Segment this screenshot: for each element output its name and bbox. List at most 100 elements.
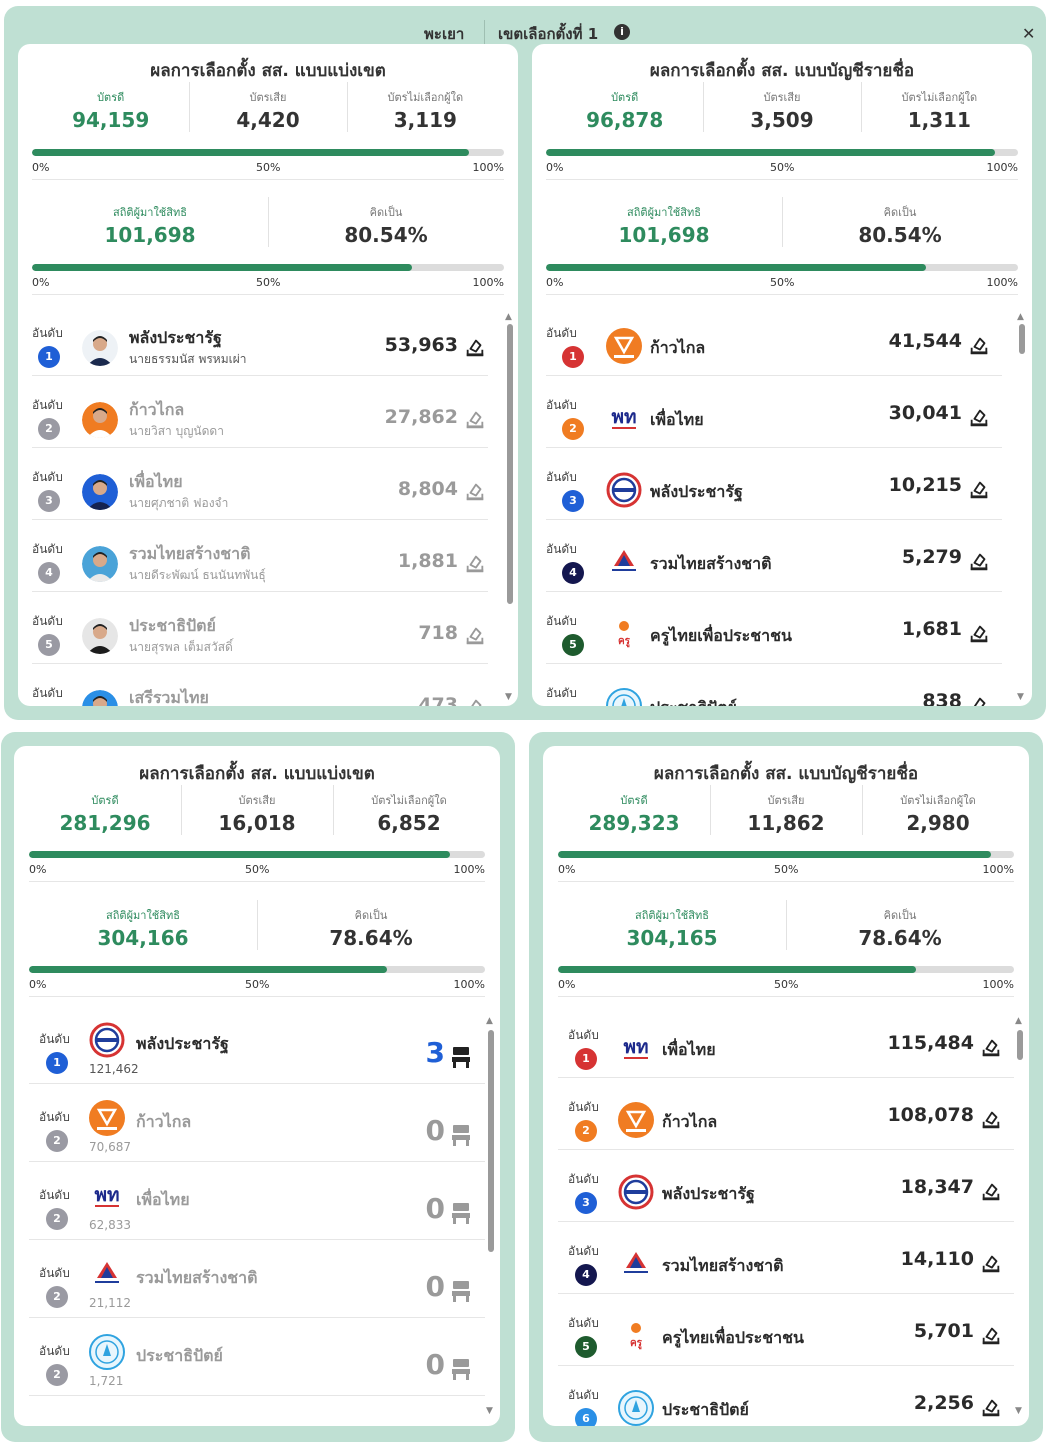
rank-label: อันดับ [39,1266,70,1280]
seat-row[interactable]: อันดับ 2 ก้าวไกล 70,687 0 [29,1084,485,1162]
turnout-percent-stat: คิดเป็น 80.54% [782,203,1018,247]
stat-divider [710,785,711,835]
seat-list: อันดับ 1 พลังประชารัฐ 121,462 3 อันดับ 2 ก้าวไก… [29,1006,485,1426]
party-row[interactable]: อันดับ6ประชาธิปัตย์838 [546,664,1002,706]
party-row[interactable]: อันดับ 2 ก้าวไกล 108,078 [558,1078,1014,1150]
rank-badge: 3 [38,490,60,512]
scrollbar[interactable]: ▲ ▼ [505,312,513,702]
scroll-up-arrow[interactable]: ▲ [486,1016,493,1026]
candidate-name: นายสุรพล เต็มสวัสดิ์ [129,640,233,654]
scrollbar-thumb[interactable] [1017,1030,1023,1060]
ballot-box-icon [464,696,486,706]
seat-count: 0 [425,1192,445,1225]
stat-value: 78.64% [858,926,942,950]
spoiled-ballots-stat: บัตรเสีย 16,018 [181,791,333,835]
scroll-down-arrow[interactable]: ▼ [1017,692,1024,702]
party-name: พลังประชารัฐ [662,1184,755,1203]
rank-label: อันดับ [568,1100,599,1114]
tick-label: 50% [245,863,270,876]
stat-value: 80.54% [858,223,942,247]
rank-label: อันดับ [32,542,63,556]
party-logo: พท [606,400,642,436]
party-name: พลังประชารัฐ [650,482,743,501]
close-icon[interactable]: ✕ [1022,24,1035,43]
candidate-row[interactable]: อันดับ 2 ก้าวไกล นายวิสา บุญนัดดา 27,862 [32,376,488,448]
tick-label: 0% [32,276,50,289]
scrollbar[interactable]: ▲ ▼ [1015,1016,1023,1416]
ballot-box-icon [464,624,486,646]
vote-count: 1,881 [397,550,458,572]
stat-label: คิดเป็น [883,206,917,219]
svg-text:พท: พท [94,1184,119,1206]
party-name: เพื่อไทย [650,410,704,429]
party-name: เพื่อไทย [662,1040,716,1059]
stat-label: บัตรไม่เลือกผู้ใด [387,91,464,104]
stat-label: สถิติผู้มาใช้สิทธิ [113,206,187,219]
vote-count: 5,279 [901,546,962,568]
scroll-up-arrow[interactable]: ▲ [1015,1016,1022,1026]
candidate-row[interactable]: อันดับ 5 ประชาธิปัตย์ นายสุรพล เต็มสวัสดิ์ 7… [32,592,488,664]
stat-value: 78.64% [329,926,413,950]
candidate-row[interactable]: อันดับ 1 พลังประชารัฐ นายธรรมนัส พรหมเผ่า 53… [32,304,488,376]
ballot-box-icon [968,334,990,356]
ballot-box-icon [968,694,990,706]
rank-label: อันดับ [568,1388,599,1402]
party-row[interactable]: อันดับ 6 ประชาธิปัตย์ 2,256 [558,1366,1014,1426]
seat-row[interactable]: อันดับ 2 ประชาธิปัตย์ 1,721 0 [29,1318,485,1396]
stat-value: 16,018 [218,811,296,835]
party-name: ประชาธิปัตย์ [650,696,737,706]
stat-value: 101,698 [104,223,196,247]
tick-label: 0% [546,276,564,289]
party-logo [618,1174,654,1210]
stat-label: สถิติผู้มาใช้สิทธิ [635,909,709,922]
tick-label: 50% [770,276,795,289]
stat-divider [333,785,334,835]
party-row[interactable]: อันดับ 1 ก้าวไกล 41,544 [546,304,1002,376]
ballot-box-icon [968,406,990,428]
scrollbar-thumb[interactable] [488,1030,494,1252]
turnout-stat: สถิติผู้มาใช้สิทธิ 101,698 [32,203,268,247]
ballot-progress-fill [32,149,470,156]
party-row[interactable]: อันดับ 2 พท เพื่อไทย 30,041 [546,376,1002,448]
scroll-down-arrow[interactable]: ▼ [505,692,512,702]
party-row[interactable]: อันดับ 1 พท เพื่อไทย 115,484 [558,1006,1014,1078]
party-logo: ครู [618,1318,654,1354]
rank-badge: 2 [38,418,60,440]
scroll-up-arrow[interactable]: ▲ [1017,312,1024,322]
candidate-row[interactable]: อันดับ 3 เพื่อไทย นายศุภชาติ ฟองจำ 8,804 [32,448,488,520]
vote-count: 18,347 [900,1176,974,1198]
scroll-down-arrow[interactable]: ▼ [1015,1406,1022,1416]
seat-row[interactable]: อันดับ 1 พลังประชารัฐ 121,462 3 [29,1006,485,1084]
party-row[interactable]: อันดับ 5 ครู ครูไทยเพื่อประชาชน 5,701 [558,1294,1014,1366]
seat-count: 3 [425,1036,445,1069]
ballot-box-icon [980,1108,1002,1130]
stat-label: บัตรดี [611,91,639,104]
stat-label: บัตรดี [97,91,125,104]
no-vote-ballots-stat: บัตรไม่เลือกผู้ใด 2,980 [862,791,1014,835]
turnout-progress-fill [558,966,917,973]
scrollbar[interactable]: ▲ ▼ [1017,312,1025,702]
seat-row[interactable]: อันดับ 2 พท เพื่อไทย 62,833 0 [29,1162,485,1240]
stat-label: คิดเป็น [354,909,388,922]
party-row[interactable]: อันดับ 5 ครู ครูไทยเพื่อประชาชน 1,681 [546,592,1002,664]
scrollbar-thumb[interactable] [507,324,513,604]
scroll-down-arrow[interactable]: ▼ [486,1406,493,1416]
scrollbar[interactable]: ▲ ▼ [486,1016,494,1416]
scroll-up-arrow[interactable]: ▲ [505,312,512,322]
seat-row[interactable]: อันดับ 2 รวมไทยสร้างชาติ 21,112 0 [29,1240,485,1318]
party-row[interactable]: อันดับ 4 รวมไทยสร้างชาติ 5,279 [546,520,1002,592]
rank-label: อันดับ [32,686,63,700]
scrollbar-thumb[interactable] [1019,324,1025,354]
stat-value: 289,323 [588,811,680,835]
tick-label: 0% [558,978,576,991]
party-row[interactable]: อันดับ 3 พลังประชารัฐ 10,215 [546,448,1002,520]
ballot-progress-fill [29,851,451,858]
rank-badge: 4 [562,562,584,584]
party-row[interactable]: อันดับ 3 พลังประชารัฐ 18,347 [558,1150,1014,1222]
candidate-row[interactable]: อันดับ 4 รวมไทยสร้างชาติ นายดีระพัฒน์ ธนนัน… [32,520,488,592]
party-row[interactable]: อันดับ 4 รวมไทยสร้างชาติ 14,110 [558,1222,1014,1294]
candidate-row[interactable]: อันดับ6เสรีรวมไทย473 [32,664,488,706]
info-icon[interactable]: i [614,24,630,40]
party-logo [89,1022,125,1058]
rank-label: อันดับ [546,398,577,412]
